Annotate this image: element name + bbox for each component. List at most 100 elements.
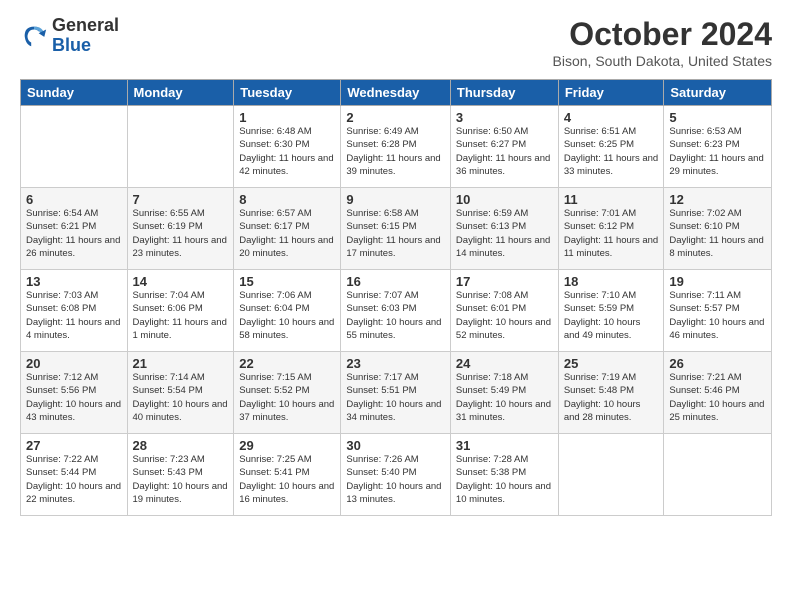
table-row: 9Sunrise: 6:58 AM Sunset: 6:15 PM Daylig… (341, 188, 451, 270)
day-number: 27 (26, 438, 122, 453)
day-number: 15 (239, 274, 335, 289)
day-info: Sunrise: 7:08 AM Sunset: 6:01 PM Dayligh… (456, 289, 553, 342)
table-row: 30Sunrise: 7:26 AM Sunset: 5:40 PM Dayli… (341, 434, 451, 516)
day-number: 19 (669, 274, 766, 289)
calendar-week-row: 1Sunrise: 6:48 AM Sunset: 6:30 PM Daylig… (21, 106, 772, 188)
day-number: 13 (26, 274, 122, 289)
header: General Blue October 2024 Bison, South D… (20, 16, 772, 69)
day-number: 29 (239, 438, 335, 453)
page: General Blue October 2024 Bison, South D… (0, 0, 792, 526)
day-number: 30 (346, 438, 445, 453)
day-info: Sunrise: 6:58 AM Sunset: 6:15 PM Dayligh… (346, 207, 445, 260)
table-row: 31Sunrise: 7:28 AM Sunset: 5:38 PM Dayli… (450, 434, 558, 516)
table-row: 7Sunrise: 6:55 AM Sunset: 6:19 PM Daylig… (127, 188, 234, 270)
table-row: 16Sunrise: 7:07 AM Sunset: 6:03 PM Dayli… (341, 270, 451, 352)
table-row: 22Sunrise: 7:15 AM Sunset: 5:52 PM Dayli… (234, 352, 341, 434)
col-sunday: Sunday (21, 80, 128, 106)
title-section: October 2024 Bison, South Dakota, United… (553, 16, 772, 69)
day-info: Sunrise: 7:11 AM Sunset: 5:57 PM Dayligh… (669, 289, 766, 342)
logo-icon (20, 22, 48, 50)
day-number: 2 (346, 110, 445, 125)
day-info: Sunrise: 6:50 AM Sunset: 6:27 PM Dayligh… (456, 125, 553, 178)
table-row: 15Sunrise: 7:06 AM Sunset: 6:04 PM Dayli… (234, 270, 341, 352)
day-number: 26 (669, 356, 766, 371)
table-row: 13Sunrise: 7:03 AM Sunset: 6:08 PM Dayli… (21, 270, 128, 352)
day-number: 12 (669, 192, 766, 207)
col-wednesday: Wednesday (341, 80, 451, 106)
day-info: Sunrise: 6:55 AM Sunset: 6:19 PM Dayligh… (133, 207, 229, 260)
day-info: Sunrise: 6:54 AM Sunset: 6:21 PM Dayligh… (26, 207, 122, 260)
logo-blue-text: Blue (52, 36, 119, 56)
day-number: 7 (133, 192, 229, 207)
table-row: 4Sunrise: 6:51 AM Sunset: 6:25 PM Daylig… (558, 106, 664, 188)
day-number: 1 (239, 110, 335, 125)
day-number: 17 (456, 274, 553, 289)
table-row (664, 434, 772, 516)
day-info: Sunrise: 7:14 AM Sunset: 5:54 PM Dayligh… (133, 371, 229, 424)
location: Bison, South Dakota, United States (553, 53, 772, 69)
logo: General Blue (20, 16, 119, 56)
day-info: Sunrise: 7:25 AM Sunset: 5:41 PM Dayligh… (239, 453, 335, 506)
day-number: 11 (564, 192, 659, 207)
table-row: 5Sunrise: 6:53 AM Sunset: 6:23 PM Daylig… (664, 106, 772, 188)
table-row: 23Sunrise: 7:17 AM Sunset: 5:51 PM Dayli… (341, 352, 451, 434)
table-row: 12Sunrise: 7:02 AM Sunset: 6:10 PM Dayli… (664, 188, 772, 270)
day-info: Sunrise: 7:12 AM Sunset: 5:56 PM Dayligh… (26, 371, 122, 424)
day-info: Sunrise: 7:01 AM Sunset: 6:12 PM Dayligh… (564, 207, 659, 260)
day-info: Sunrise: 7:28 AM Sunset: 5:38 PM Dayligh… (456, 453, 553, 506)
table-row: 19Sunrise: 7:11 AM Sunset: 5:57 PM Dayli… (664, 270, 772, 352)
table-row: 11Sunrise: 7:01 AM Sunset: 6:12 PM Dayli… (558, 188, 664, 270)
calendar-table: Sunday Monday Tuesday Wednesday Thursday… (20, 79, 772, 516)
day-info: Sunrise: 6:53 AM Sunset: 6:23 PM Dayligh… (669, 125, 766, 178)
col-tuesday: Tuesday (234, 80, 341, 106)
table-row: 20Sunrise: 7:12 AM Sunset: 5:56 PM Dayli… (21, 352, 128, 434)
table-row: 17Sunrise: 7:08 AM Sunset: 6:01 PM Dayli… (450, 270, 558, 352)
day-info: Sunrise: 7:06 AM Sunset: 6:04 PM Dayligh… (239, 289, 335, 342)
day-info: Sunrise: 6:48 AM Sunset: 6:30 PM Dayligh… (239, 125, 335, 178)
calendar-week-row: 20Sunrise: 7:12 AM Sunset: 5:56 PM Dayli… (21, 352, 772, 434)
day-info: Sunrise: 6:49 AM Sunset: 6:28 PM Dayligh… (346, 125, 445, 178)
day-number: 16 (346, 274, 445, 289)
logo-general-text: General (52, 16, 119, 36)
day-info: Sunrise: 7:04 AM Sunset: 6:06 PM Dayligh… (133, 289, 229, 342)
table-row: 21Sunrise: 7:14 AM Sunset: 5:54 PM Dayli… (127, 352, 234, 434)
day-number: 31 (456, 438, 553, 453)
table-row: 6Sunrise: 6:54 AM Sunset: 6:21 PM Daylig… (21, 188, 128, 270)
table-row (558, 434, 664, 516)
table-row: 14Sunrise: 7:04 AM Sunset: 6:06 PM Dayli… (127, 270, 234, 352)
day-info: Sunrise: 7:02 AM Sunset: 6:10 PM Dayligh… (669, 207, 766, 260)
calendar-week-row: 6Sunrise: 6:54 AM Sunset: 6:21 PM Daylig… (21, 188, 772, 270)
day-number: 4 (564, 110, 659, 125)
day-number: 20 (26, 356, 122, 371)
day-info: Sunrise: 7:23 AM Sunset: 5:43 PM Dayligh… (133, 453, 229, 506)
calendar-week-row: 13Sunrise: 7:03 AM Sunset: 6:08 PM Dayli… (21, 270, 772, 352)
day-number: 9 (346, 192, 445, 207)
col-friday: Friday (558, 80, 664, 106)
table-row: 10Sunrise: 6:59 AM Sunset: 6:13 PM Dayli… (450, 188, 558, 270)
table-row: 24Sunrise: 7:18 AM Sunset: 5:49 PM Dayli… (450, 352, 558, 434)
calendar-week-row: 27Sunrise: 7:22 AM Sunset: 5:44 PM Dayli… (21, 434, 772, 516)
calendar-header-row: Sunday Monday Tuesday Wednesday Thursday… (21, 80, 772, 106)
day-info: Sunrise: 7:19 AM Sunset: 5:48 PM Dayligh… (564, 371, 659, 424)
day-info: Sunrise: 6:51 AM Sunset: 6:25 PM Dayligh… (564, 125, 659, 178)
day-info: Sunrise: 6:59 AM Sunset: 6:13 PM Dayligh… (456, 207, 553, 260)
day-number: 14 (133, 274, 229, 289)
table-row: 18Sunrise: 7:10 AM Sunset: 5:59 PM Dayli… (558, 270, 664, 352)
month-title: October 2024 (553, 16, 772, 53)
col-saturday: Saturday (664, 80, 772, 106)
day-number: 3 (456, 110, 553, 125)
table-row: 3Sunrise: 6:50 AM Sunset: 6:27 PM Daylig… (450, 106, 558, 188)
day-info: Sunrise: 7:17 AM Sunset: 5:51 PM Dayligh… (346, 371, 445, 424)
day-number: 5 (669, 110, 766, 125)
col-monday: Monday (127, 80, 234, 106)
logo-text: General Blue (52, 16, 119, 56)
day-number: 28 (133, 438, 229, 453)
table-row: 1Sunrise: 6:48 AM Sunset: 6:30 PM Daylig… (234, 106, 341, 188)
table-row: 2Sunrise: 6:49 AM Sunset: 6:28 PM Daylig… (341, 106, 451, 188)
table-row (21, 106, 128, 188)
day-number: 10 (456, 192, 553, 207)
day-info: Sunrise: 7:07 AM Sunset: 6:03 PM Dayligh… (346, 289, 445, 342)
day-number: 18 (564, 274, 659, 289)
day-info: Sunrise: 7:22 AM Sunset: 5:44 PM Dayligh… (26, 453, 122, 506)
col-thursday: Thursday (450, 80, 558, 106)
